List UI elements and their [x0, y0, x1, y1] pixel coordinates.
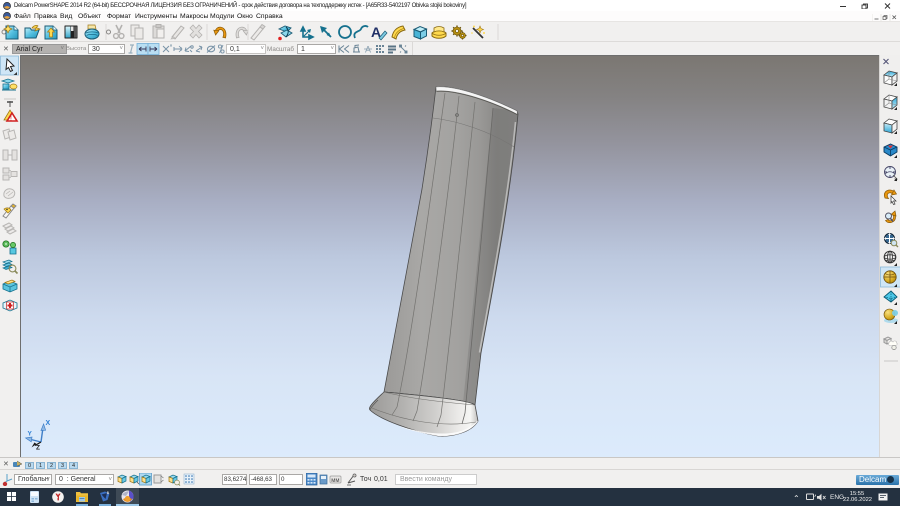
svg-text:!: !	[10, 116, 12, 123]
svg-text:мм: мм	[331, 478, 339, 484]
svg-text:Z: Z	[36, 445, 40, 451]
svg-text:A: A	[365, 45, 371, 55]
svg-text:X: X	[46, 420, 51, 427]
svg-text:Y: Y	[28, 431, 33, 438]
